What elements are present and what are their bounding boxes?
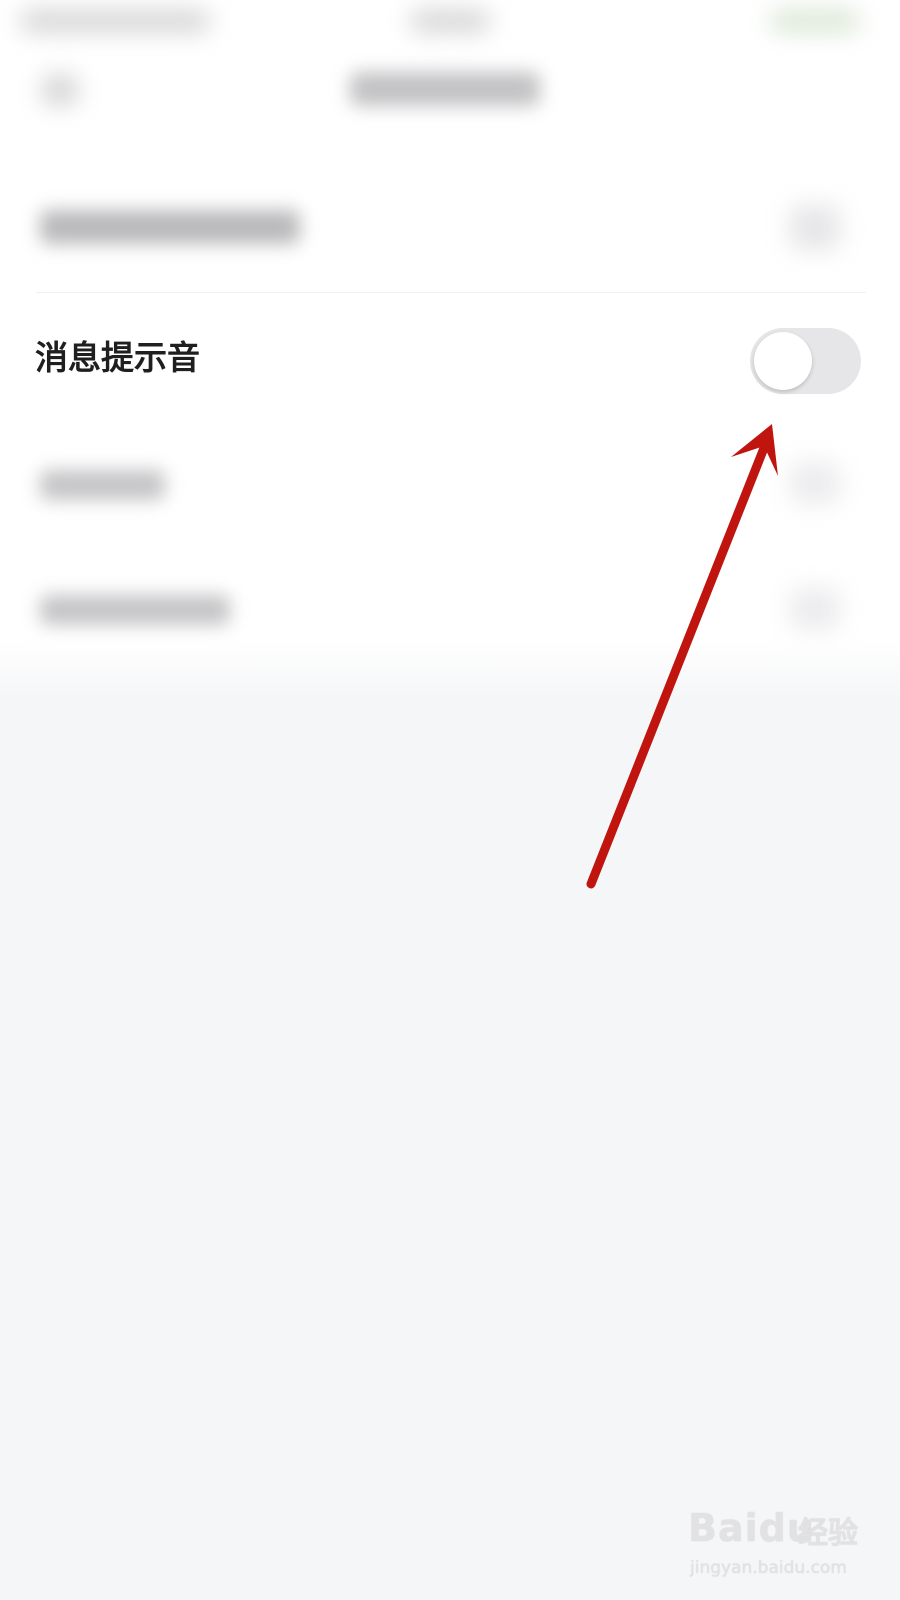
row-control-blurred (790, 462, 840, 504)
watermark-brand-cn: 经验 (798, 1516, 858, 1551)
message-sound-toggle[interactable] (750, 328, 861, 394)
message-sound-label: 消息提示音 (35, 338, 200, 377)
settings-screen: 消息提示音 Baidu 经验 jingyan.baidu.com (0, 0, 900, 1600)
page-title-blurred (350, 72, 540, 106)
row-label-blurred (40, 470, 165, 500)
toggle-knob (754, 332, 812, 390)
baidu-watermark: Baidu 经验 jingyan.baidu.com (688, 1500, 863, 1590)
row-label-blurred (40, 595, 230, 625)
back-icon[interactable] (42, 75, 78, 105)
status-time-blurred (20, 10, 210, 32)
status-battery-blurred (770, 10, 860, 32)
watermark-brand: Baidu (688, 1506, 815, 1550)
row-control-blurred (790, 205, 840, 250)
row-divider (36, 292, 866, 293)
row-label-blurred (40, 210, 300, 244)
status-center-blurred (410, 10, 490, 32)
watermark-url: jingyan.baidu.com (690, 1558, 847, 1578)
row-control-blurred (790, 588, 840, 630)
